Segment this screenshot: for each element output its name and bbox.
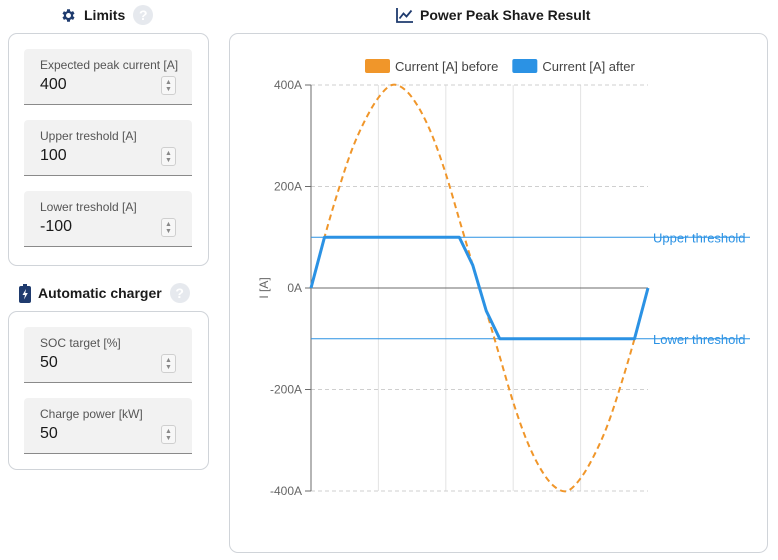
- y-axis-label: I [A]: [257, 277, 271, 298]
- legend-label: Current [A] after: [542, 59, 635, 74]
- y-tick-label: -200A: [270, 383, 302, 397]
- help-icon[interactable]: ?: [133, 5, 154, 25]
- y-tick-label: -400A: [270, 484, 302, 498]
- number-stepper[interactable]: ▲ ▼: [161, 147, 176, 166]
- chart-plot: 400A 200A 0A -200A -400A I [A] Upper threshold…: [257, 59, 750, 498]
- field-value[interactable]: 50: [40, 425, 58, 443]
- upper-treshold-field[interactable]: Upper treshold [A] 100 ▲ ▼: [24, 120, 192, 176]
- number-stepper[interactable]: ▲ ▼: [161, 76, 176, 95]
- field-value[interactable]: 50: [40, 354, 58, 372]
- line-chart-icon: [396, 7, 414, 23]
- number-stepper[interactable]: ▲ ▼: [161, 425, 176, 444]
- gear-icon: [60, 7, 77, 24]
- charger-section-title: Automatic charger ?: [19, 283, 190, 303]
- field-label: SOC target [%]: [40, 336, 121, 350]
- field-value[interactable]: 100: [40, 147, 67, 165]
- chart-card: 400A 200A 0A -200A -400A I [A] Upper threshold…: [229, 33, 768, 553]
- field-value[interactable]: 400: [40, 76, 67, 94]
- field-value[interactable]: -100: [40, 218, 72, 236]
- threshold-label: Lower threshold: [653, 332, 746, 347]
- number-stepper[interactable]: ▲ ▼: [161, 218, 176, 237]
- y-tick-label: 400A: [274, 78, 302, 92]
- help-icon[interactable]: ?: [169, 283, 190, 303]
- chart-title: Power Peak Shave Result: [396, 7, 590, 23]
- chart-title-text: Power Peak Shave Result: [420, 7, 591, 23]
- charger-title: Automatic charger: [38, 285, 162, 301]
- charger-card: SOC target [%] 50 ▲ ▼ Charge power [kW] 5…: [8, 311, 209, 470]
- y-tick-label: 200A: [274, 180, 302, 194]
- number-stepper[interactable]: ▲ ▼: [161, 354, 176, 373]
- limits-section-title: Limits ?: [60, 5, 154, 25]
- legend-swatch: [512, 59, 538, 73]
- threshold-label: Upper threshold: [653, 230, 746, 245]
- y-tick-label: 0A: [287, 281, 302, 295]
- field-label: Charge power [kW]: [40, 407, 143, 421]
- limits-title: Limits: [84, 7, 126, 23]
- battery-charging-icon: [19, 283, 31, 303]
- legend-label: Current [A] before: [395, 59, 498, 74]
- charge-power-field[interactable]: Charge power [kW] 50 ▲ ▼: [24, 398, 192, 454]
- expected-peak-current-field[interactable]: Expected peak current [A] 400 ▲ ▼: [24, 49, 192, 105]
- field-label: Expected peak current [A]: [40, 58, 179, 72]
- soc-target-field[interactable]: SOC target [%] 50 ▲ ▼: [24, 327, 192, 383]
- legend-swatch: [365, 59, 390, 73]
- field-label: Upper treshold [A]: [40, 129, 137, 143]
- limits-card: Expected peak current [A] 400 ▲ ▼ Upper t…: [8, 33, 209, 266]
- field-label: Lower treshold [A]: [40, 200, 137, 214]
- lower-treshold-field[interactable]: Lower treshold [A] -100 ▲ ▼: [24, 191, 192, 247]
